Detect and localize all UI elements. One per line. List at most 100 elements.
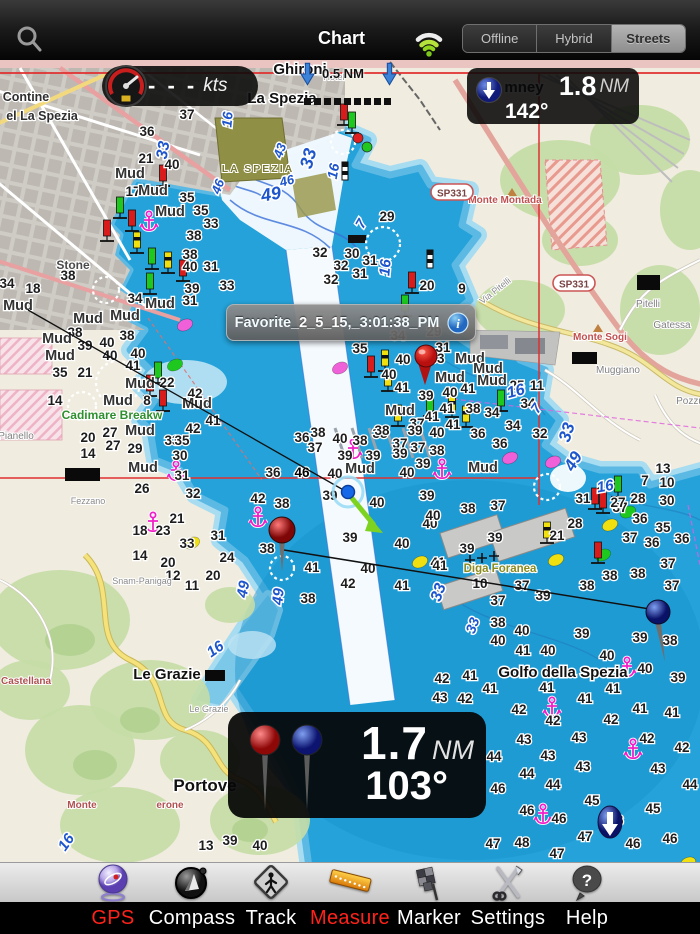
info-icon[interactable]: i bbox=[447, 311, 469, 334]
depth-sounding: 48 bbox=[514, 835, 530, 850]
measure-unit: NM bbox=[432, 735, 474, 765]
depth-sounding: 31 bbox=[182, 293, 198, 308]
depth-sounding: 41 bbox=[394, 578, 410, 593]
seabed-label: Mud bbox=[115, 166, 145, 182]
depth-sounding: 38 bbox=[186, 228, 202, 243]
scale-arrow-icon bbox=[382, 62, 397, 86]
daymark-beacon-icon bbox=[426, 249, 434, 269]
map-mode-streets[interactable]: Streets bbox=[611, 25, 685, 52]
search-icon[interactable] bbox=[12, 22, 46, 56]
depth-sounding: 14 bbox=[80, 446, 96, 461]
toolbar-item-compass[interactable]: Compass bbox=[149, 862, 235, 934]
place-label: Diga Foranea bbox=[464, 563, 537, 575]
chart-black-mark bbox=[65, 468, 100, 481]
depth-sounding: 41 bbox=[439, 401, 455, 416]
seabed-label: Mud bbox=[435, 370, 465, 386]
daymark-beacon-icon bbox=[341, 161, 349, 181]
depth-sounding: 26 bbox=[134, 481, 150, 496]
depth-sounding: 32 bbox=[312, 245, 327, 260]
depth-sounding: 41 bbox=[482, 681, 498, 696]
place-label: Pianello bbox=[0, 431, 34, 442]
depth-sounding: 34 bbox=[0, 276, 15, 291]
depth-sounding: 37 bbox=[179, 107, 194, 122]
toolbar-item-track[interactable]: Track bbox=[232, 862, 311, 934]
toolbar-item-gps[interactable]: GPS bbox=[74, 862, 153, 934]
depth-sounding: 41 bbox=[304, 560, 320, 575]
depth-sounding: 18 bbox=[132, 523, 148, 538]
place-label: el La Spezia bbox=[6, 109, 79, 123]
depth-sounding: 42 bbox=[511, 702, 526, 717]
place-label: Monte Sogi bbox=[573, 332, 627, 343]
seabed-label: Mud bbox=[73, 311, 103, 327]
depth-sounding: 18 bbox=[25, 281, 41, 296]
depth-sounding: 31 bbox=[352, 266, 368, 281]
toolbar-item-measure[interactable]: Measure bbox=[310, 862, 390, 934]
gps-position-dot bbox=[340, 484, 356, 500]
harbor-light-dot bbox=[361, 141, 373, 153]
depth-sounding: 21 bbox=[77, 365, 93, 380]
seabed-label: Mud bbox=[155, 204, 185, 220]
favorite-tooltip[interactable]: Favorite_2_5_15,_3:01:38_PM i bbox=[226, 304, 476, 341]
depth-sounding: 40 bbox=[369, 495, 384, 510]
seabed-label: Mud bbox=[125, 423, 155, 439]
depth-sounding: 41 bbox=[394, 380, 410, 395]
depth-sounding: 39 bbox=[459, 541, 474, 556]
depth-sounding: 40 bbox=[540, 643, 555, 658]
toolbar-label-help: Help bbox=[565, 906, 609, 929]
scale-label: 0.5 NM bbox=[322, 66, 364, 81]
place-label: Le Grazie bbox=[133, 666, 201, 683]
wifi-signal-icon bbox=[415, 32, 443, 57]
map-mode-offline[interactable]: Offline bbox=[463, 25, 538, 52]
depth-sounding: 14 bbox=[47, 393, 63, 408]
tools-icon[interactable] bbox=[488, 862, 528, 902]
chart-black-mark bbox=[637, 275, 660, 290]
depth-sounding: 22 bbox=[159, 375, 174, 390]
place-label: Monte Montada bbox=[468, 195, 542, 206]
road-badge-label: SP331 bbox=[437, 189, 467, 200]
place-label: Le Grazie bbox=[189, 704, 228, 714]
place-label: Pozzu bbox=[676, 396, 700, 407]
marker-flag-icon[interactable] bbox=[409, 862, 449, 902]
compass-icon[interactable] bbox=[172, 862, 212, 902]
depth-sounding: 37 bbox=[490, 498, 505, 513]
depth-sounding: 41 bbox=[515, 643, 531, 658]
depth-sounding: 41 bbox=[424, 409, 440, 424]
toolbar-item-marker[interactable]: Marker bbox=[390, 862, 469, 934]
depth-sounding: 42 bbox=[545, 713, 560, 728]
toolbar-item-settings[interactable]: Settings bbox=[469, 862, 548, 934]
help-icon[interactable]: ? bbox=[567, 862, 607, 902]
depth-sounding: 39 bbox=[418, 388, 433, 403]
depth-sounding: 31 bbox=[575, 491, 591, 506]
place-label: Stone bbox=[56, 258, 90, 272]
measure-widget[interactable]: 1.7 NM 103° bbox=[228, 712, 486, 818]
contour-depth-label: 16 bbox=[324, 162, 342, 180]
ruler-icon[interactable] bbox=[327, 862, 373, 902]
depth-sounding: 41 bbox=[577, 691, 593, 706]
depth-sounding: 21 bbox=[169, 511, 185, 526]
depth-sounding: 9 bbox=[458, 281, 466, 296]
depth-sounding: 40 bbox=[442, 385, 457, 400]
depth-sounding: 40 bbox=[425, 508, 440, 523]
depth-sounding: 45 bbox=[645, 801, 661, 816]
depth-sounding: 39 bbox=[222, 833, 237, 848]
depth-sounding: 42 bbox=[340, 576, 355, 591]
contour-depth-label: 49 bbox=[269, 587, 288, 607]
harbor-light-dot bbox=[352, 132, 364, 144]
toolbar-item-help[interactable]: ? Help bbox=[548, 862, 627, 934]
depth-sounding: 38 bbox=[662, 633, 678, 648]
place-label: Monte bbox=[67, 800, 97, 811]
depth-sounding: 41 bbox=[445, 417, 461, 432]
depth-sounding: 36 bbox=[644, 535, 660, 550]
gps-icon[interactable] bbox=[93, 862, 133, 902]
route-bearing: 142° bbox=[505, 100, 549, 123]
depth-sounding: 34 bbox=[505, 418, 521, 433]
seabed-label: Mud bbox=[42, 331, 72, 347]
route-widget[interactable]: 1.8 NM 142° bbox=[467, 68, 639, 124]
depth-sounding: 35 bbox=[174, 433, 190, 448]
depth-sounding: 39 bbox=[670, 670, 685, 685]
speed-widget[interactable]: - - - kts bbox=[102, 65, 258, 107]
depth-sounding: 27 bbox=[610, 495, 625, 510]
map-mode-hybrid[interactable]: Hybrid bbox=[537, 25, 612, 52]
track-icon[interactable] bbox=[251, 862, 291, 902]
svg-text:?: ? bbox=[582, 871, 592, 890]
